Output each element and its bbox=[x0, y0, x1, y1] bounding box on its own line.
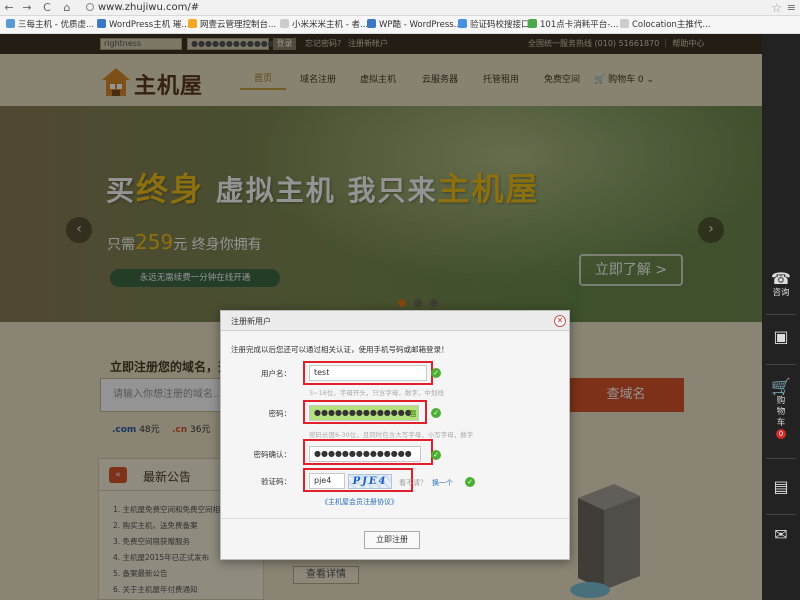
confirm-password-label: 密码确认： bbox=[253, 450, 292, 459]
bookmark-label: 验证码校搜接口 bbox=[470, 20, 530, 30]
check-icon: ✓ bbox=[465, 477, 475, 487]
bookmark-item[interactable]: 网壹云管理控制台... bbox=[188, 18, 276, 32]
bookmark-star-icon[interactable]: ☆ bbox=[771, 1, 782, 15]
bookmark-favicon-icon bbox=[620, 19, 629, 28]
modal-divider bbox=[221, 518, 569, 519]
bookmark-label: WP酷 - WordPress... bbox=[379, 20, 462, 30]
bookmark-label: WordPress主机 璀... bbox=[109, 20, 190, 30]
cart-label: 购 bbox=[776, 396, 786, 406]
home-icon[interactable]: ⌂ bbox=[60, 1, 74, 15]
bookmark-favicon-icon bbox=[528, 19, 537, 28]
check-icon: ✓ bbox=[431, 368, 441, 378]
captcha-input[interactable]: pje4 bbox=[309, 473, 345, 489]
sidebar-divider bbox=[766, 314, 796, 315]
password-input[interactable]: ●●●●●●●●●●●●●● bbox=[309, 405, 419, 421]
bookmark-label: Colocation主推代... bbox=[632, 20, 711, 30]
address-bar[interactable]: www.zhujiwu.com/# bbox=[86, 1, 716, 15]
headset-icon: ☎ bbox=[771, 269, 791, 288]
sidebar-divider bbox=[766, 364, 796, 365]
check-icon: ✓ bbox=[431, 408, 441, 418]
bookmark-label: 101点卡消耗平台-... bbox=[540, 20, 619, 30]
support-button[interactable]: ☎ 咨询 bbox=[762, 270, 800, 299]
bookmark-label: 三每主机 - 优质虚... bbox=[18, 20, 95, 30]
back-icon[interactable]: ← bbox=[2, 1, 16, 15]
browser-toolbar: ← → C ⌂ www.zhujiwu.com/# ☆ ≡ bbox=[0, 0, 800, 16]
bookmark-favicon-icon bbox=[97, 19, 106, 28]
url-text: www.zhujiwu.com/# bbox=[98, 2, 200, 13]
username-hint: 3~16位，字母开头，只含字母，数字，中划线 bbox=[309, 389, 444, 397]
bookmark-favicon-icon bbox=[280, 19, 289, 28]
register-submit-button[interactable]: 立即注册 bbox=[364, 531, 420, 549]
bookmark-item[interactable]: WP酷 - WordPress... bbox=[367, 18, 462, 32]
username-label: 用户名： bbox=[261, 369, 291, 378]
bookmark-item[interactable]: Colocation主推代... bbox=[620, 18, 710, 32]
register-modal: 注册新用户 ✕ 注册完成以后您还可以通过相关认证，使用手机号码或邮箱登录！ 用户… bbox=[220, 310, 570, 560]
cart-count-badge: 0 bbox=[776, 429, 786, 439]
captcha-question: 看不清？ bbox=[399, 479, 427, 487]
captcha-refresh-link[interactable]: 换一个 bbox=[432, 478, 453, 488]
modal-notice: 注册完成以后您还可以通过相关认证，使用手机号码或邮箱登录！ bbox=[231, 345, 449, 354]
bookmark-item[interactable]: WordPress主机 璀... bbox=[97, 18, 190, 32]
document-icon: ▤ bbox=[773, 477, 789, 496]
bookmark-item[interactable]: 101点卡消耗平台-... bbox=[528, 18, 618, 32]
username-input[interactable]: test bbox=[309, 365, 427, 381]
modal-header: 注册新用户 ✕ bbox=[221, 311, 569, 331]
support-label: 咨询 bbox=[772, 288, 790, 298]
bookmark-favicon-icon bbox=[458, 19, 467, 28]
cart-button[interactable]: 🛒 购 物 车 0 bbox=[762, 378, 800, 440]
sidebar-divider bbox=[766, 458, 796, 459]
right-sidebar: ☎ 咨询 ▣ 🛒 购 物 车 0 ▤ ✉ bbox=[762, 34, 800, 600]
bookmark-favicon-icon bbox=[188, 19, 197, 28]
bookmark-favicon-icon bbox=[6, 19, 15, 28]
bookmark-item[interactable]: 三每主机 - 优质虚... bbox=[6, 18, 94, 32]
captcha-image[interactable]: PJE4 bbox=[348, 474, 392, 489]
captcha-label: 验证码： bbox=[261, 477, 291, 486]
browser-menu-icon[interactable]: ≡ bbox=[787, 1, 796, 14]
screen-button[interactable]: ▣ bbox=[762, 328, 800, 346]
chat-icon: ✉ bbox=[774, 525, 788, 544]
chat-button[interactable]: ✉ bbox=[762, 526, 800, 544]
cart-label: 物 bbox=[776, 407, 786, 417]
forward-icon[interactable]: → bbox=[20, 1, 34, 15]
document-button[interactable]: ▤ bbox=[762, 478, 800, 496]
bookmark-favicon-icon bbox=[367, 19, 376, 28]
close-icon[interactable]: ✕ bbox=[554, 315, 566, 327]
sidebar-divider bbox=[766, 514, 796, 515]
screen-icon: ▣ bbox=[773, 327, 789, 346]
modal-title: 注册新用户 bbox=[231, 317, 271, 326]
globe-icon bbox=[86, 3, 94, 11]
bookmark-label: 小米米米主机 - 者... bbox=[292, 20, 369, 30]
reload-icon[interactable]: C bbox=[40, 1, 54, 15]
cart-icon: 🛒 bbox=[771, 377, 791, 396]
bookmark-item[interactable]: 小米米米主机 - 者... bbox=[280, 18, 368, 32]
bookmarks-bar: 三每主机 - 优质虚... WordPress主机 璀... 网壹云管理控制台.… bbox=[0, 16, 800, 34]
check-icon: ✓ bbox=[431, 450, 441, 460]
bookmark-label: 网壹云管理控制台... bbox=[200, 20, 277, 30]
password-label: 密码： bbox=[268, 409, 292, 418]
password-strength: 强 bbox=[409, 409, 417, 418]
bookmark-item[interactable]: 验证码校搜接口 bbox=[458, 18, 530, 32]
confirm-password-input[interactable]: ●●●●●●●●●●●●●● bbox=[309, 446, 421, 462]
agreement-link[interactable]: 《主机屋会员注册协议》 bbox=[321, 497, 398, 507]
cart-label: 车 bbox=[776, 418, 786, 428]
password-hint: 密码长度6-30位，且同时包含大写字母，小写字母，数字 bbox=[309, 431, 474, 439]
